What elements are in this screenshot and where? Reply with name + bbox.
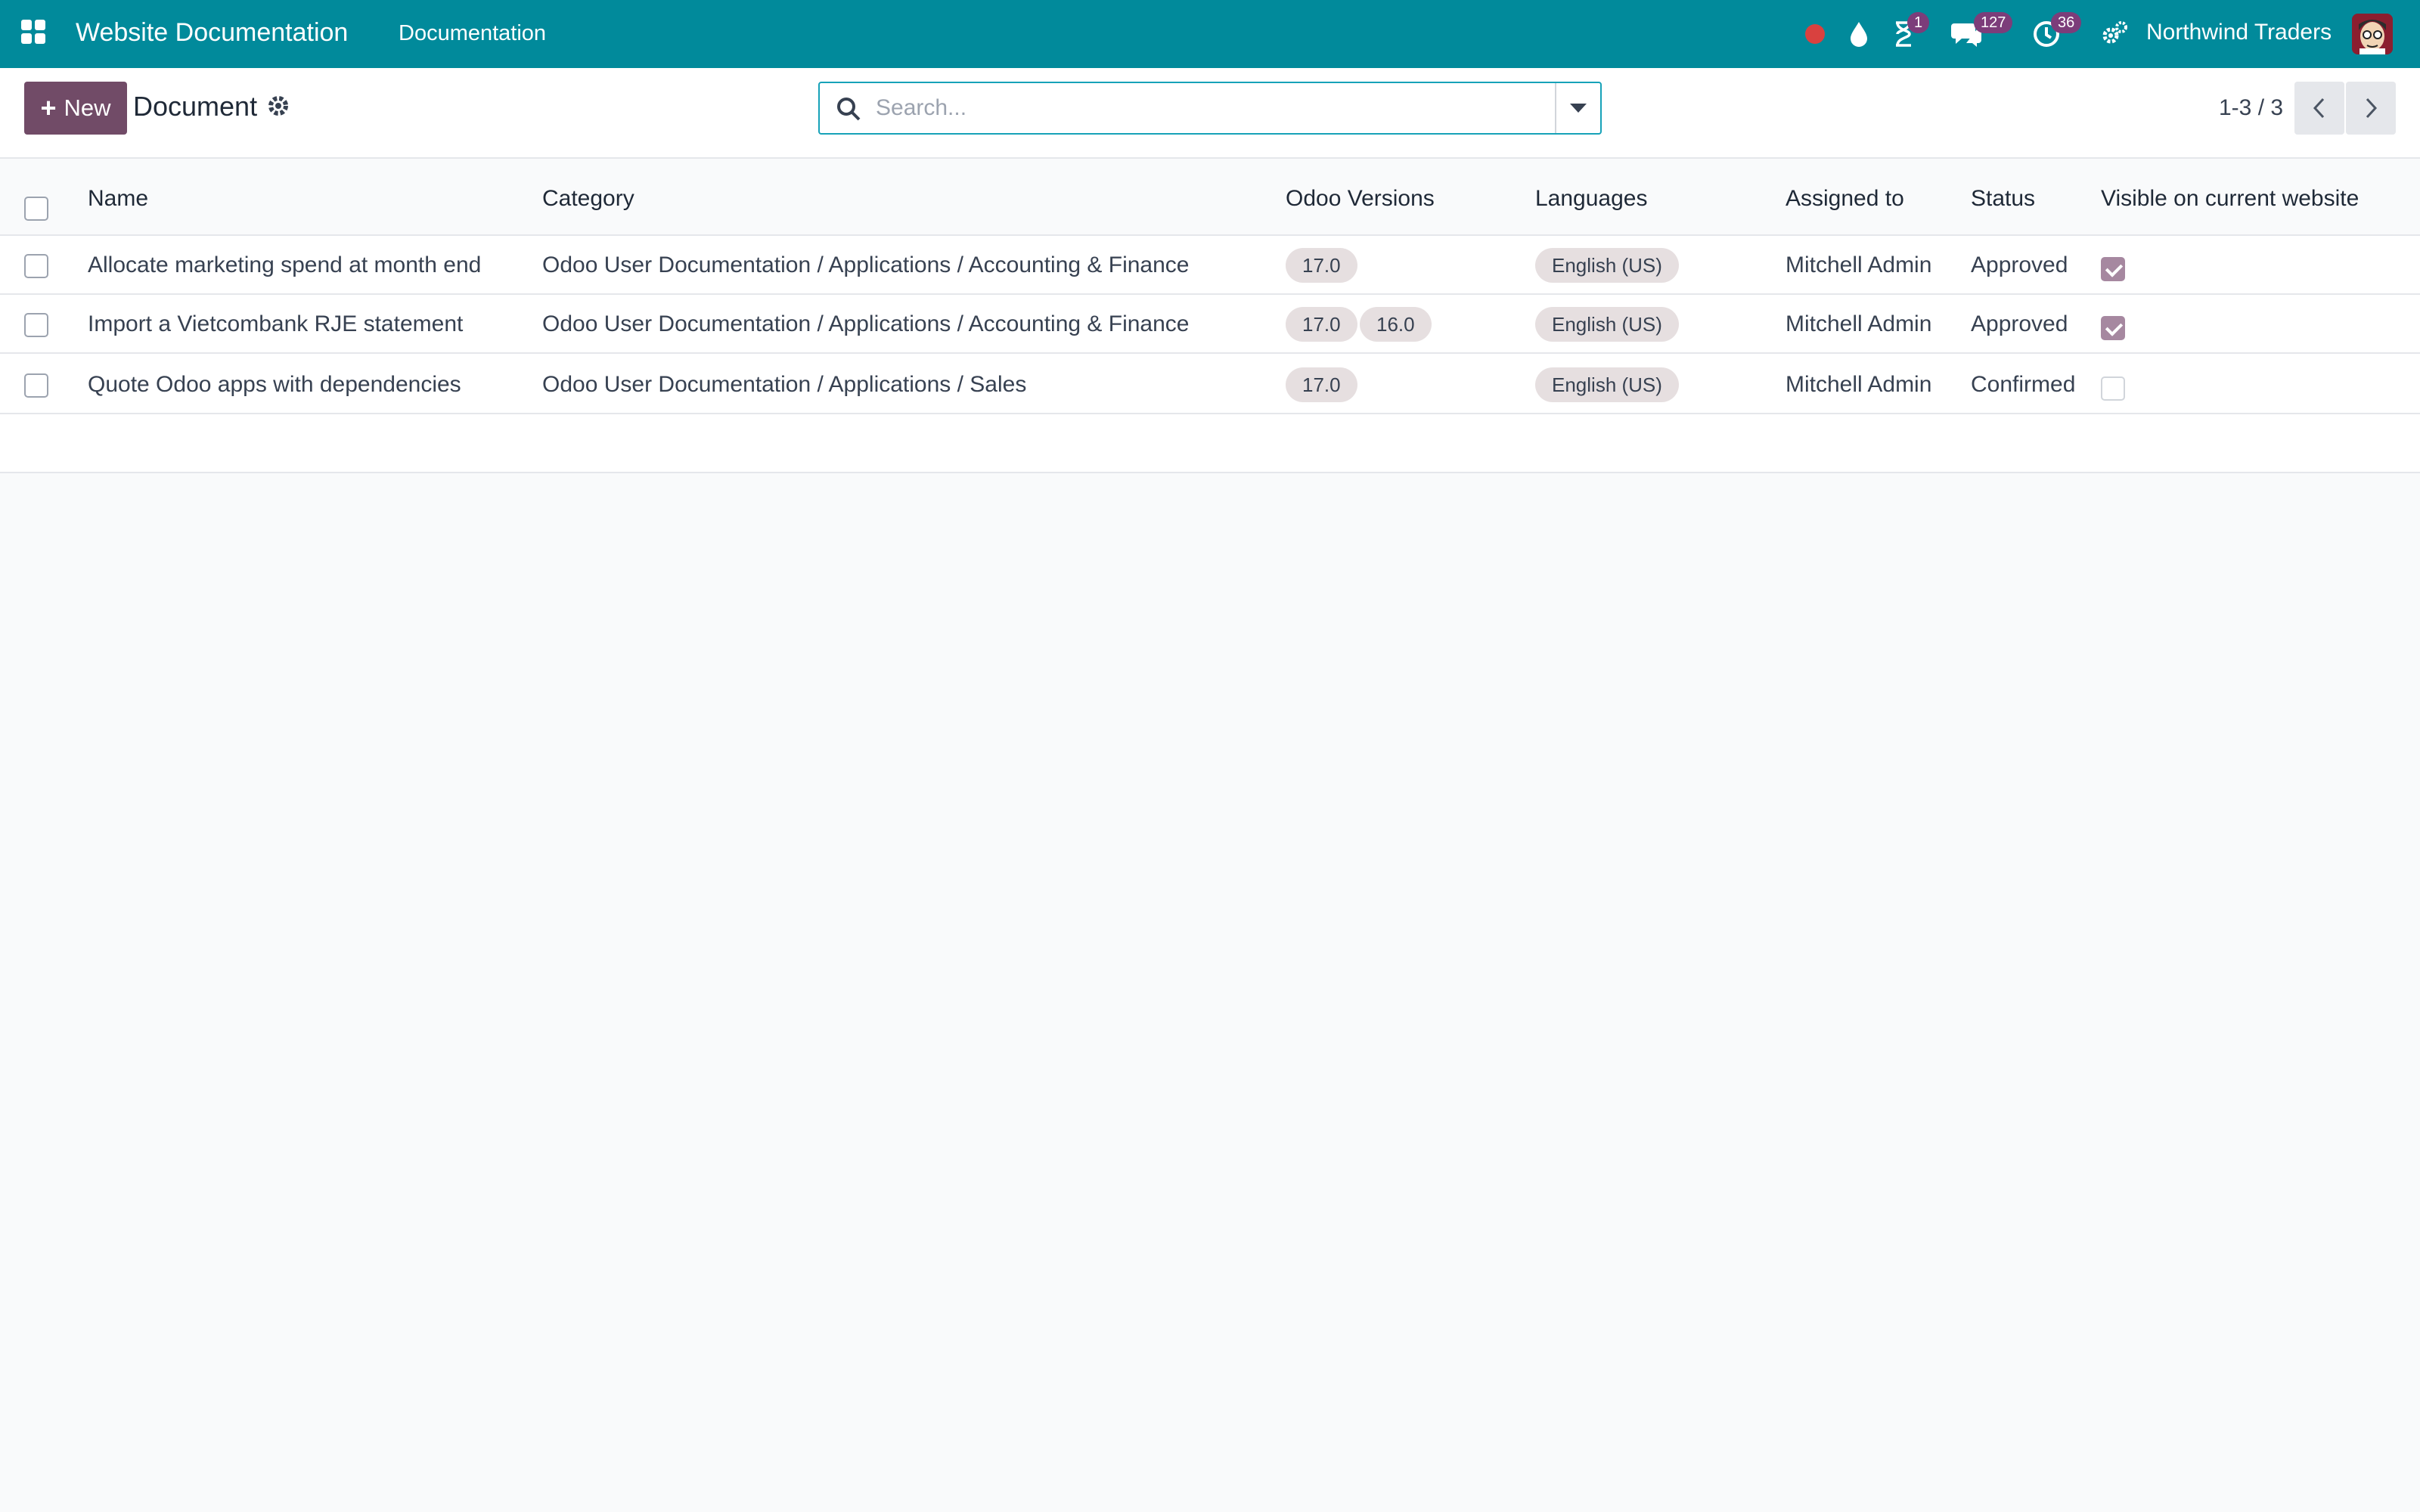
row-category[interactable]: Odoo User Documentation / Applications /… bbox=[542, 311, 1189, 337]
record-dot-icon[interactable] bbox=[1804, 17, 1826, 51]
row-assigned[interactable]: Mitchell Admin bbox=[1786, 311, 1931, 337]
language-tag: English (US) bbox=[1535, 367, 1679, 402]
row-name[interactable]: Import a Vietcombank RJE statement bbox=[88, 311, 463, 337]
column-header-visible[interactable]: Visible on current website bbox=[2101, 186, 2359, 212]
row-status[interactable]: Confirmed bbox=[1971, 372, 2075, 398]
control-panel: + New Document 1-3 / 3 bbox=[0, 68, 2420, 159]
new-button[interactable]: + New bbox=[24, 82, 127, 135]
row-assigned[interactable]: Mitchell Admin bbox=[1786, 253, 1931, 278]
row-checkbox[interactable] bbox=[24, 313, 48, 337]
visible-checkbox[interactable] bbox=[2101, 376, 2125, 401]
messages-badge: 127 bbox=[1974, 12, 2013, 33]
row-category[interactable]: Odoo User Documentation / Applications /… bbox=[542, 253, 1189, 278]
table-header: Name Category Odoo Versions Languages As… bbox=[0, 160, 2420, 236]
gear-icon[interactable] bbox=[266, 94, 290, 118]
column-header-languages[interactable]: Languages bbox=[1535, 186, 1647, 212]
search-icon bbox=[835, 95, 862, 122]
column-header-assigned[interactable]: Assigned to bbox=[1786, 186, 1904, 212]
row-checkbox[interactable] bbox=[24, 373, 48, 398]
pager-previous-button[interactable] bbox=[2294, 82, 2344, 135]
chevron-right-icon bbox=[2366, 98, 2378, 119]
row-checkbox[interactable] bbox=[24, 254, 48, 278]
row-status[interactable]: Approved bbox=[1971, 311, 2068, 337]
column-header-category[interactable]: Category bbox=[542, 186, 634, 212]
row-name[interactable]: Allocate marketing spend at month end bbox=[88, 253, 481, 278]
user-avatar[interactable] bbox=[2352, 14, 2393, 54]
language-tag: English (US) bbox=[1535, 248, 1679, 283]
search-bar bbox=[818, 82, 1602, 135]
language-tag: English (US) bbox=[1535, 307, 1679, 342]
chevron-left-icon bbox=[2313, 98, 2325, 119]
table-row[interactable]: Import a Vietcombank RJE statement Odoo … bbox=[0, 295, 2420, 354]
activity-badge: 1 bbox=[1907, 12, 1930, 33]
column-header-versions[interactable]: Odoo Versions bbox=[1286, 186, 1435, 212]
settings-cogs-icon[interactable] bbox=[2101, 17, 2128, 51]
row-status[interactable]: Approved bbox=[1971, 253, 2068, 278]
activity-icon[interactable]: 1 bbox=[1892, 12, 1930, 51]
caret-down-icon bbox=[1570, 104, 1587, 113]
new-button-label: New bbox=[64, 94, 111, 121]
table-row[interactable]: Quote Odoo apps with dependencies Odoo U… bbox=[0, 354, 2420, 414]
top-navbar: Website Documentation Documentation 1 12… bbox=[0, 0, 2420, 68]
column-header-name[interactable]: Name bbox=[88, 186, 148, 212]
search-options-toggle[interactable] bbox=[1555, 83, 1600, 133]
app-title[interactable]: Website Documentation bbox=[76, 18, 348, 48]
messages-icon[interactable]: 127 bbox=[1951, 12, 2013, 51]
clock-icon[interactable]: 36 bbox=[2033, 12, 2082, 51]
visible-checkbox[interactable] bbox=[2101, 257, 2125, 281]
droplet-icon[interactable] bbox=[1848, 17, 1869, 51]
version-tag: 17.0 bbox=[1286, 248, 1357, 283]
select-all-checkbox[interactable] bbox=[24, 197, 48, 221]
app-grid-icon[interactable] bbox=[21, 20, 48, 47]
page-title: Document bbox=[133, 91, 258, 122]
clock-badge: 36 bbox=[2051, 12, 2082, 33]
menu-documentation[interactable]: Documentation bbox=[399, 21, 546, 46]
version-tag: 16.0 bbox=[1360, 307, 1432, 342]
version-tag: 17.0 bbox=[1286, 307, 1357, 342]
pager-value[interactable]: 1-3 / 3 bbox=[2219, 95, 2283, 121]
pager-next-button[interactable] bbox=[2346, 82, 2396, 135]
search-input[interactable] bbox=[876, 89, 1556, 127]
table-row[interactable]: Allocate marketing spend at month end Od… bbox=[0, 236, 2420, 295]
column-header-status[interactable]: Status bbox=[1971, 186, 2035, 212]
company-switcher[interactable]: Northwind Traders bbox=[2146, 20, 2332, 45]
row-name[interactable]: Quote Odoo apps with dependencies bbox=[88, 372, 461, 398]
row-assigned[interactable]: Mitchell Admin bbox=[1786, 372, 1931, 398]
plus-icon: + bbox=[40, 92, 57, 123]
visible-checkbox[interactable] bbox=[2101, 316, 2125, 340]
row-category[interactable]: Odoo User Documentation / Applications /… bbox=[542, 372, 1026, 398]
empty-row bbox=[0, 414, 2420, 473]
version-tag: 17.0 bbox=[1286, 367, 1357, 402]
